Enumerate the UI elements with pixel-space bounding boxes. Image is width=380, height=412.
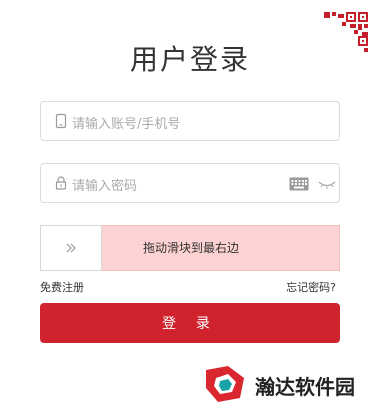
brand-logo-icon <box>206 366 244 402</box>
lock-icon <box>55 176 67 190</box>
account-field[interactable]: 请输入账号/手机号 <box>40 101 340 141</box>
brand-name: 瀚达软件园 <box>255 375 355 399</box>
password-placeholder: 请输入密码 <box>72 179 138 194</box>
slider-captcha[interactable]: 拖动滑块到最右边 <box>40 225 340 271</box>
account-placeholder: 请输入账号/手机号 <box>72 117 181 132</box>
eye-closed-icon[interactable] <box>317 177 337 191</box>
page-title: 用户登录 <box>129 43 250 76</box>
double-chevron-right-icon <box>66 243 76 253</box>
watermark: 瀚达软件园 <box>200 362 370 406</box>
forgot-password-link[interactable]: 忘记密码? <box>286 279 336 295</box>
slider-handle[interactable] <box>40 225 102 271</box>
password-field[interactable]: 请输入密码 <box>40 163 340 203</box>
slider-hint: 拖动滑块到最右边 <box>143 241 240 255</box>
keyboard-icon[interactable] <box>289 177 309 191</box>
register-link[interactable]: 免费注册 <box>40 279 84 295</box>
phone-icon <box>55 113 67 129</box>
login-button[interactable]: 登 录 <box>40 303 340 343</box>
